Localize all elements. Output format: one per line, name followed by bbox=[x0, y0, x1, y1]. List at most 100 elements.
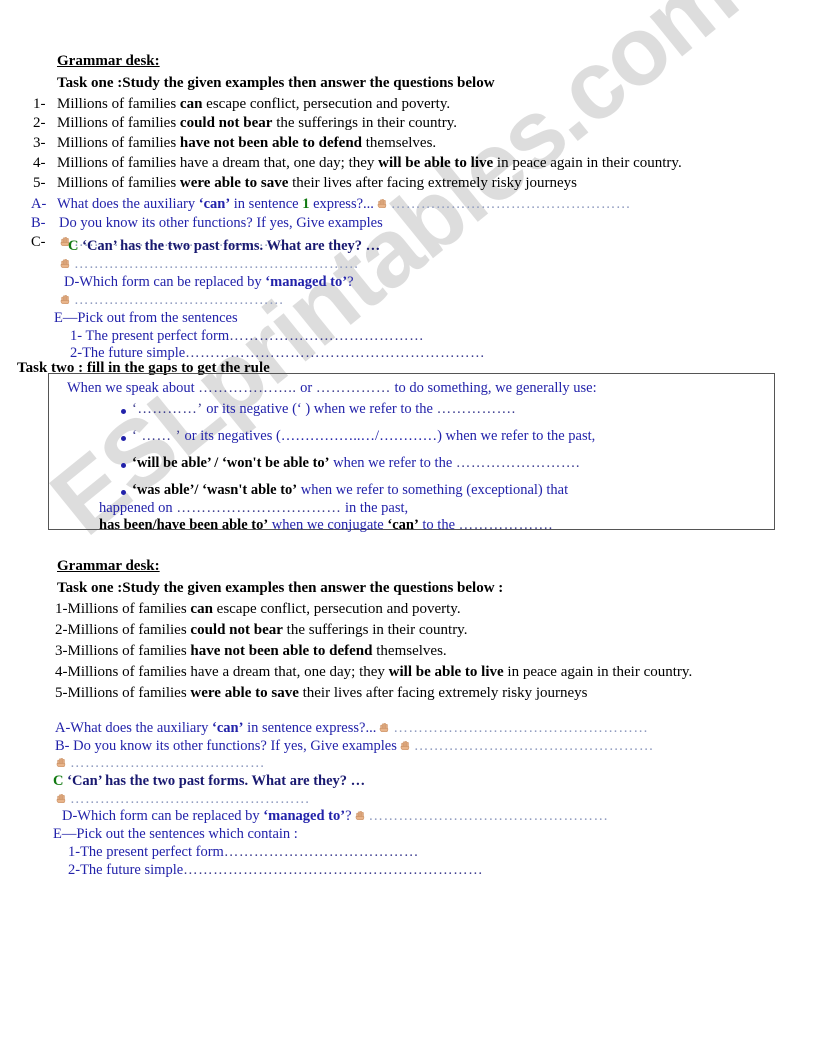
rule-line-has-been: has been/have been able to’ when we conj… bbox=[99, 517, 553, 534]
document-page: ESLprintables.com Grammar desk: Task one… bbox=[0, 0, 821, 1062]
rule-intro-text3: to do something, we generally use: bbox=[390, 380, 597, 396]
rule-has-been-rest: when we conjugate bbox=[268, 517, 388, 533]
example-number: 1- bbox=[33, 96, 46, 112]
example-line: 5-Millions of families were able to save… bbox=[55, 685, 588, 702]
example-text-bold: will be able to live bbox=[388, 664, 504, 680]
example-line: 4-Millions of families have a dream that… bbox=[55, 664, 692, 681]
question-d-bold: ‘managed to’ bbox=[265, 274, 348, 290]
rule-has-been-dots: ………………. bbox=[458, 517, 553, 533]
section1-task-one-heading: Task one :Study the given examples then … bbox=[57, 75, 495, 91]
example-text-bold: can bbox=[179, 96, 203, 112]
rule-intro: When we speak about ……………….. or …………… to… bbox=[67, 380, 597, 397]
bullet-marker bbox=[121, 409, 126, 414]
question-c-answer-line: ………………………………………… bbox=[53, 791, 310, 808]
pointing-hand-icon bbox=[354, 809, 367, 822]
rule-bullet-2-quote: ‘ …… ’ bbox=[132, 428, 181, 444]
example-text-post: in peace again in their country. bbox=[503, 664, 693, 680]
question-c-answer-line-2: ………………………………………………… bbox=[57, 256, 359, 273]
question-c-text: ‘Can’ has the two past forms. What are t… bbox=[82, 238, 381, 254]
rule-bullet-4: ‘was able’/ ‘wasn't able to’ when we ref… bbox=[132, 482, 568, 499]
question-e-item-1: 1-The present perfect form………………………………… bbox=[68, 844, 419, 861]
question-e-text: E—Pick out the sentences which contain : bbox=[53, 826, 298, 842]
rule-intro-dots2: …………… bbox=[315, 380, 391, 396]
question-a-label: A- bbox=[31, 196, 47, 212]
question-c: C ‘Can’ has the two past forms. What are… bbox=[68, 238, 380, 255]
example-text-post: escape conflict, persecution and poverty… bbox=[202, 96, 451, 112]
example-text-post: escape conflict, persecution and poverty… bbox=[212, 601, 461, 617]
question-d: D-Which form can be replaced by ‘managed… bbox=[64, 274, 354, 291]
question-e-item-2: 2-The future simple…………………………………………………… bbox=[68, 862, 483, 879]
example-text-pre: Millions of families bbox=[57, 96, 180, 112]
rule-happened-text2: in the past, bbox=[341, 500, 409, 516]
example-line: Millions of families have a dream that, … bbox=[57, 155, 682, 172]
example-line: Millions of families were able to save t… bbox=[57, 175, 577, 192]
question-a-text2: in sentence express?... bbox=[243, 720, 377, 736]
answer-dots: …………………………………………………… bbox=[183, 862, 484, 878]
pointing-hand-icon bbox=[376, 197, 389, 210]
example-text-pre: Millions of families bbox=[57, 115, 180, 131]
pointing-hand-icon bbox=[55, 756, 68, 769]
question-b-answer-line: ………………………………… bbox=[53, 755, 265, 772]
rule-happened-text1: happened on bbox=[99, 500, 177, 516]
example-text-pre: 5-Millions of families bbox=[55, 685, 191, 701]
question-e-item-1-text: 1-The present perfect form bbox=[68, 844, 224, 860]
question-b-text: B- Do you know its other functions? If y… bbox=[55, 738, 397, 754]
question-a-text3: express?... bbox=[309, 196, 374, 212]
example-text-pre: Millions of families bbox=[57, 175, 180, 191]
rule-bullet-3-dots: ……………………. bbox=[455, 455, 581, 471]
question-d-answer-line: …………………………………… bbox=[57, 292, 284, 309]
example-line: Millions of families could not bear the … bbox=[57, 115, 457, 132]
example-number: 2- bbox=[33, 115, 46, 131]
rule-intro-text1: When we speak about bbox=[67, 380, 199, 396]
bullet-marker bbox=[121, 463, 126, 468]
rule-bullet-1-quote: ‘…………’ bbox=[132, 401, 203, 417]
example-text-post: the sufferings in their country. bbox=[272, 115, 457, 131]
rule-bullet-3-quote: ‘will be able’ / ‘won't be able to’ bbox=[132, 455, 330, 471]
answer-dots: ………………………………………… bbox=[413, 738, 654, 754]
answer-dots: ………………………………………… bbox=[390, 196, 631, 212]
rule-happened-dots: …………………………… bbox=[176, 500, 342, 516]
answer-dots: ………………………………………………… bbox=[74, 256, 359, 272]
pointing-hand-icon bbox=[55, 792, 68, 805]
example-text-bold: were able to save bbox=[179, 175, 289, 191]
example-text-bold: have not been able to defend bbox=[190, 643, 373, 659]
question-e-text: E—Pick out from the sentences bbox=[54, 310, 238, 326]
question-e-item-1-text: 1- The present perfect form bbox=[70, 328, 230, 344]
example-text-bold: can bbox=[190, 601, 213, 617]
bullet-marker bbox=[121, 436, 126, 441]
example-text-post: themselves. bbox=[372, 643, 447, 659]
example-text-pre: Millions of families have a dream that, … bbox=[57, 155, 379, 171]
answer-dots: ………………………………… bbox=[223, 844, 419, 860]
answer-dots: …………………………………………………… bbox=[185, 345, 486, 361]
rule-bullet-1-mid: or its negative (‘ ) when we refer to th… bbox=[202, 401, 437, 417]
question-b-label: B- bbox=[31, 215, 46, 231]
question-d-text1: D-Which form can be replaced by bbox=[62, 808, 264, 824]
example-line: 2-Millions of families could not bear th… bbox=[55, 622, 467, 639]
question-a-text2: in sentence bbox=[230, 196, 303, 212]
question-a-text1: What does the auxiliary bbox=[57, 196, 199, 212]
question-c-text: ‘Can’ has the two past forms. What are t… bbox=[67, 773, 366, 789]
example-number: 5- bbox=[33, 175, 46, 191]
question-c-label: C- bbox=[31, 234, 46, 250]
question-a: What does the auxiliary ‘can’ in sentenc… bbox=[57, 196, 631, 213]
pointing-hand-icon bbox=[59, 257, 72, 270]
example-text-post: in peace again in their country. bbox=[493, 155, 682, 171]
example-text-pre: 1-Millions of families bbox=[55, 601, 191, 617]
example-text-bold: could not bear bbox=[179, 115, 273, 131]
example-text-pre: Millions of families bbox=[57, 135, 180, 151]
example-text-post: the sufferings in their country. bbox=[282, 622, 468, 638]
example-text-bold: have not been able to defend bbox=[179, 135, 363, 151]
question-d-text2: ? bbox=[345, 808, 352, 824]
example-text-post: their lives after facing extremely risky… bbox=[288, 175, 578, 191]
question-d-text2: ? bbox=[347, 274, 354, 290]
pointing-hand-icon bbox=[59, 293, 72, 306]
question-a-text1: A-What does the auxiliary bbox=[55, 720, 213, 736]
example-text-bold: will be able to live bbox=[378, 155, 494, 171]
rule-bullet-2-mid: or its negatives (……………..…/…………) when we… bbox=[180, 428, 596, 444]
rule-bullet-4-quote: ‘was able’/ ‘wasn't able to’ bbox=[132, 482, 298, 498]
example-line: Millions of families can escape conflict… bbox=[57, 96, 450, 113]
rule-bullet-1: ‘…………’ or its negative (‘ ) when we refe… bbox=[132, 401, 516, 418]
rule-has-been-can: ‘can’ bbox=[387, 517, 419, 533]
rule-has-been-bold: has been/have been able to’ bbox=[99, 517, 269, 533]
question-a-can: ‘can’ bbox=[212, 720, 244, 736]
